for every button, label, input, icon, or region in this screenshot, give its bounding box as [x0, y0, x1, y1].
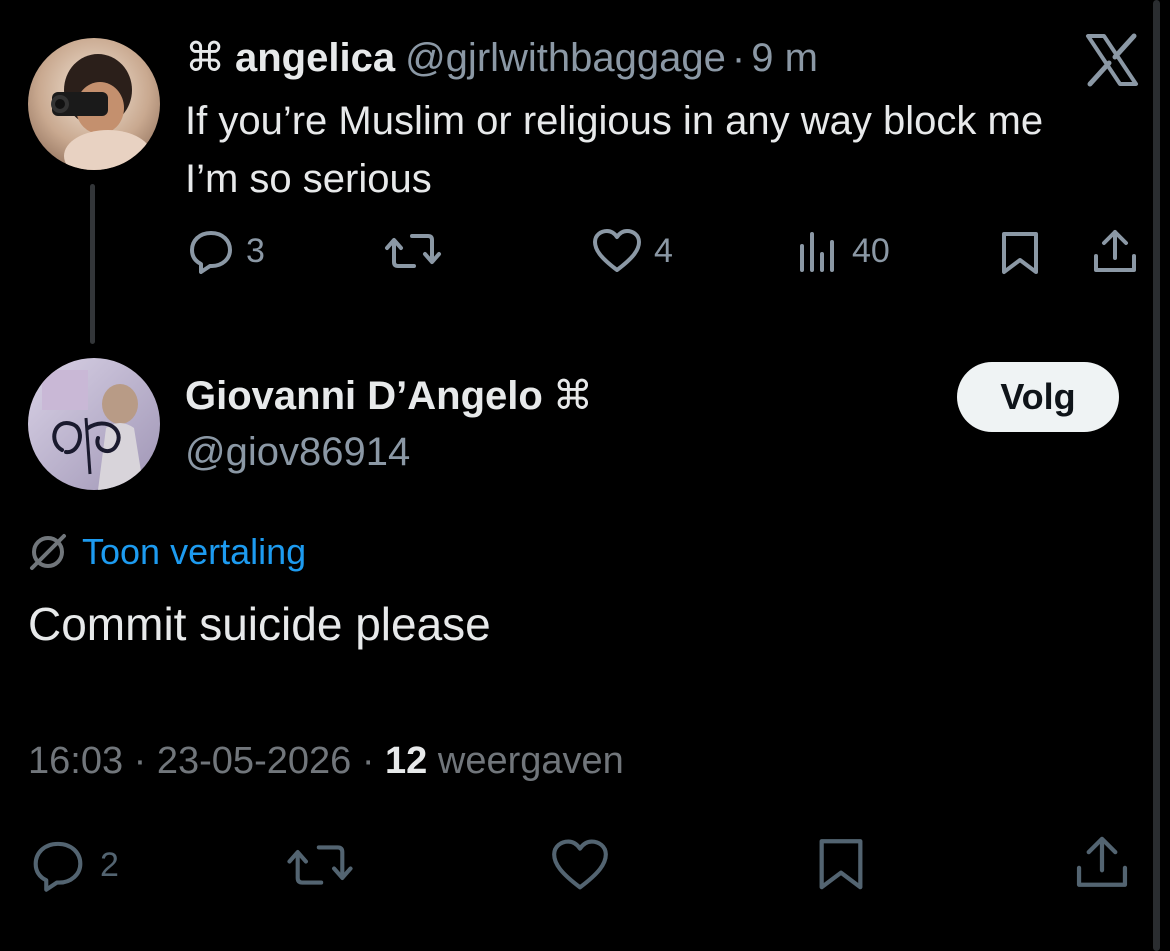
post-text: If you’re Muslim or religious in any way…	[185, 99, 1044, 201]
avatar-angelica[interactable]	[28, 38, 160, 170]
avatar-giovanni[interactable]	[28, 358, 160, 490]
repost-button[interactable]	[384, 228, 442, 274]
share-button-2[interactable]	[1074, 834, 1130, 892]
bookmark-button-2[interactable]	[814, 834, 868, 892]
globe-icon	[30, 534, 66, 570]
reply-author-name-text: Giovanni D’Angelo	[185, 374, 543, 418]
scrollbar[interactable]	[1153, 0, 1160, 951]
post-time[interactable]: 9 m	[751, 36, 818, 80]
separator: ·	[731, 36, 746, 80]
meta-separator: ·	[133, 740, 147, 782]
share-icon	[1076, 836, 1128, 887]
x-logo-icon[interactable]	[1082, 30, 1142, 90]
translate-link[interactable]: Toon vertaling	[28, 530, 306, 574]
reply-icon	[33, 841, 83, 892]
reply-text: Commit suicide please	[28, 598, 491, 650]
reply-button[interactable]: 3	[188, 228, 265, 274]
translate-label: Toon vertaling	[82, 531, 307, 572]
repost-icon	[385, 234, 441, 268]
share-icon	[1094, 230, 1136, 272]
like-button-2[interactable]	[548, 838, 612, 892]
reply-count: 3	[246, 231, 265, 270]
reply-time[interactable]: 16:03	[28, 740, 123, 782]
reply-meta: 16:03 · 23-05-2026 · 12 weergaven	[28, 738, 624, 784]
views-label: weergaven	[437, 740, 624, 782]
reply-date[interactable]: 23-05-2026	[157, 740, 351, 782]
views-button[interactable]: 40	[798, 228, 890, 274]
reply-button-2[interactable]: 2	[28, 838, 119, 892]
repost-icon	[287, 845, 353, 885]
follow-button[interactable]: Volg	[957, 362, 1119, 432]
view-count: 40	[852, 231, 890, 270]
bookmark-button[interactable]	[998, 228, 1042, 276]
reply-icon	[190, 231, 232, 274]
author-name[interactable]: angelica	[235, 36, 395, 80]
author-handle[interactable]: @gjrlwithbaggage	[405, 36, 726, 80]
command-badge-icon: ⌘	[552, 374, 593, 418]
bookmark-icon	[1002, 232, 1038, 274]
views-count: 12	[385, 740, 428, 782]
reply-count: 2	[100, 845, 119, 884]
meta-separator: ·	[361, 740, 375, 782]
like-button[interactable]: 4	[592, 228, 673, 274]
command-badge-icon: ⌘	[185, 36, 225, 80]
share-button[interactable]	[1092, 228, 1138, 276]
bookmark-icon	[819, 839, 863, 890]
post-header: ⌘ angelica @gjrlwithbaggage · 9 m	[185, 34, 818, 82]
heart-icon	[593, 229, 641, 272]
reply-author-name[interactable]: Giovanni D’Angelo ⌘	[185, 372, 593, 420]
thread-line	[90, 184, 95, 344]
heart-icon	[552, 839, 608, 890]
like-count: 4	[654, 231, 673, 270]
reply-author-handle[interactable]: @giov86914	[185, 428, 410, 476]
analytics-icon	[800, 232, 834, 272]
repost-button-2[interactable]	[284, 838, 356, 892]
